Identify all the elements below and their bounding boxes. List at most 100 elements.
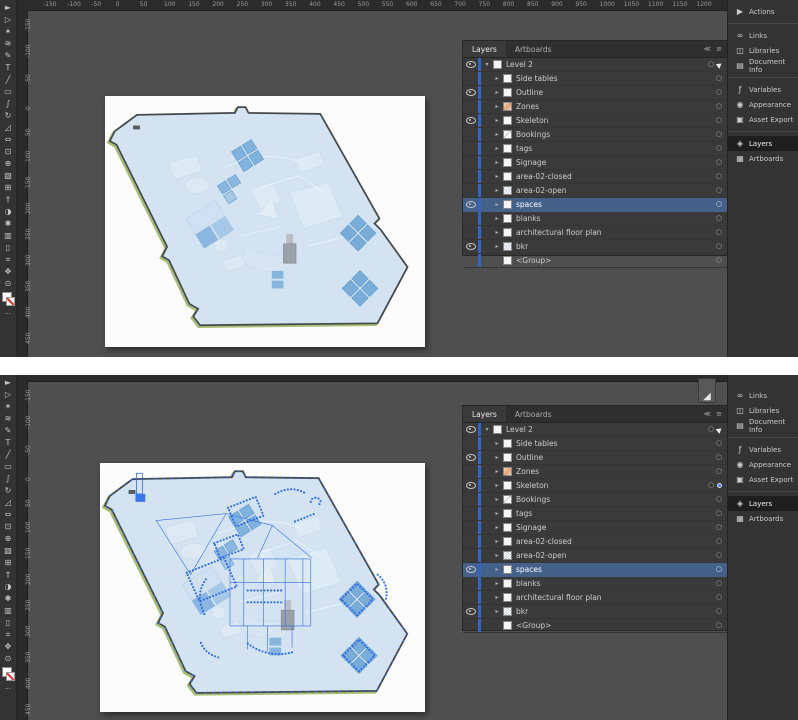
type-tool-icon[interactable]: T	[4, 62, 12, 74]
expand-chevron-icon[interactable]: ▸	[492, 243, 502, 250]
magic-wand-tool-icon[interactable]: ✶	[4, 401, 12, 413]
more-tools-icon[interactable]: …	[4, 683, 12, 691]
direct-selection-tool-icon[interactable]: ▷	[4, 389, 12, 401]
collapse-panel-icon[interactable]: ≪	[704, 45, 711, 53]
mesh-tool-icon[interactable]: ⊞	[4, 557, 12, 569]
dock-item-layers[interactable]: ◈Layers	[728, 496, 798, 511]
expand-chevron-icon[interactable]: ▸	[492, 145, 502, 152]
dock-item-document-info[interactable]: ▤Document Info	[728, 58, 798, 73]
visibility-eye-icon[interactable]	[466, 201, 476, 208]
target-circle-icon[interactable]: ○	[716, 552, 722, 559]
expand-chevron-icon[interactable]: ▸	[492, 159, 502, 166]
visibility-cell[interactable]	[463, 482, 478, 489]
expand-chevron-icon[interactable]: ▸	[492, 229, 502, 236]
blend-tool-icon[interactable]: ◑	[4, 206, 12, 218]
hand-tool-icon[interactable]: ✥	[4, 641, 12, 653]
width-tool-icon[interactable]: ⇔	[4, 509, 12, 521]
expand-chevron-icon[interactable]: ▾	[482, 61, 492, 68]
rotate-tool-icon[interactable]: ↻	[4, 110, 12, 122]
visibility-eye-icon[interactable]	[466, 566, 476, 573]
media-thumbnail-icon[interactable]: ◢	[698, 378, 716, 403]
layer-row[interactable]: ▸Skeleton○	[463, 479, 727, 493]
target-circle-icon[interactable]: ○	[716, 229, 722, 236]
visibility-cell[interactable]	[463, 608, 478, 615]
tab-artboards[interactable]: Artboards	[506, 406, 561, 422]
layer-row[interactable]: ▸Side tables○	[463, 437, 727, 451]
target-circle-icon[interactable]: ○	[716, 510, 722, 517]
target-circle-icon[interactable]: ○	[716, 117, 722, 124]
dock-item-asset-export[interactable]: ▣Asset Export	[728, 112, 798, 127]
collapse-panel-icon[interactable]: ≪	[704, 410, 711, 418]
layer-row[interactable]: ▸bkr○	[463, 240, 727, 254]
layer-row[interactable]: ▸architectural floor plan○	[463, 591, 727, 605]
tab-artboards[interactable]: Artboards	[506, 41, 561, 57]
visibility-cell[interactable]	[463, 243, 478, 250]
symbol-sprayer-tool-icon[interactable]: ✱	[4, 593, 12, 605]
expand-chevron-icon[interactable]: ▸	[492, 103, 502, 110]
visibility-eye-icon[interactable]	[466, 89, 476, 96]
layer-row[interactable]: ▸spaces○	[463, 198, 727, 212]
layer-row[interactable]: ▸area-02-open○	[463, 549, 727, 563]
stroke-swatch[interactable]	[6, 297, 15, 306]
dock-item-artboards[interactable]: ▦Artboards	[728, 151, 798, 166]
magic-wand-tool-icon[interactable]: ✶	[4, 26, 12, 38]
visibility-cell[interactable]	[463, 426, 478, 433]
target-circle-icon[interactable]: ○	[716, 215, 722, 222]
target-circle-icon[interactable]: ○	[716, 468, 722, 475]
target-circle-icon[interactable]: ○	[716, 622, 722, 629]
fill-stroke-swatches[interactable]	[2, 667, 14, 680]
layer-row[interactable]: ▸Zones○	[463, 465, 727, 479]
artboard-tool-icon[interactable]: ▯	[4, 242, 12, 254]
expand-chevron-icon[interactable]: ▸	[492, 201, 502, 208]
expand-chevron-icon[interactable]: ▸	[492, 496, 502, 503]
dock-item-appearance[interactable]: ◉Appearance	[728, 457, 798, 472]
target-circle-icon[interactable]: ○	[716, 257, 722, 264]
eyedropper-tool-icon[interactable]: †	[4, 194, 12, 206]
rectangle-tool-icon[interactable]: ▭	[4, 86, 12, 98]
target-circle-icon[interactable]: ○	[716, 440, 722, 447]
visibility-cell[interactable]	[463, 201, 478, 208]
scale-tool-icon[interactable]: ◿	[4, 497, 12, 509]
layer-row[interactable]: ▸area-02-closed○	[463, 535, 727, 549]
slice-tool-icon[interactable]: ⌗	[4, 254, 12, 266]
expand-chevron-icon[interactable]: ▸	[492, 552, 502, 559]
tab-layers[interactable]: Layers	[463, 406, 506, 422]
target-circle-icon[interactable]: ○	[716, 566, 722, 573]
gradient-tool-icon[interactable]: ▧	[4, 545, 12, 557]
artboard[interactable]	[105, 96, 425, 347]
dock-item-layers[interactable]: ◈Layers	[728, 136, 798, 151]
scale-tool-icon[interactable]: ◿	[4, 122, 12, 134]
layer-row[interactable]: ▸Outline○	[463, 86, 727, 100]
stroke-swatch[interactable]	[6, 672, 15, 681]
expand-chevron-icon[interactable]: ▸	[492, 215, 502, 222]
hand-tool-icon[interactable]: ✥	[4, 266, 12, 278]
expand-chevron-icon[interactable]: ▸	[492, 173, 502, 180]
visibility-eye-icon[interactable]	[466, 243, 476, 250]
visibility-eye-icon[interactable]	[466, 482, 476, 489]
expand-chevron-icon[interactable]: ▸	[492, 608, 502, 615]
graph-tool-icon[interactable]: ▥	[4, 230, 12, 242]
pen-tool-icon[interactable]: ✎	[4, 425, 12, 437]
expand-chevron-icon[interactable]: ▸	[492, 482, 502, 489]
panel-menu-icon[interactable]: ≡	[716, 45, 722, 53]
layer-row[interactable]: ▸Side tables○	[463, 72, 727, 86]
layer-row[interactable]: ▸Skeleton○	[463, 114, 727, 128]
dock-item-libraries[interactable]: ◫Libraries	[728, 403, 798, 418]
target-circle-icon[interactable]: ○	[716, 131, 722, 138]
mesh-tool-icon[interactable]: ⊞	[4, 182, 12, 194]
layer-row[interactable]: ▸Signage○	[463, 156, 727, 170]
layer-row[interactable]: ▸tags○	[463, 142, 727, 156]
rotate-tool-icon[interactable]: ↻	[4, 485, 12, 497]
layer-row[interactable]: ▸Bookings○	[463, 493, 727, 507]
shape-builder-tool-icon[interactable]: ⊕	[4, 158, 12, 170]
visibility-cell[interactable]	[463, 454, 478, 461]
target-circle-icon[interactable]: ○	[716, 524, 722, 531]
visibility-eye-icon[interactable]	[466, 454, 476, 461]
layer-row[interactable]: ▸blanks○	[463, 577, 727, 591]
expand-chevron-icon[interactable]: ▸	[492, 440, 502, 447]
type-tool-icon[interactable]: T	[4, 437, 12, 449]
visibility-eye-icon[interactable]	[466, 426, 476, 433]
expand-chevron-icon[interactable]: ▸	[492, 510, 502, 517]
target-circle-icon[interactable]: ○	[716, 159, 722, 166]
target-circle-icon[interactable]: ○	[716, 454, 722, 461]
